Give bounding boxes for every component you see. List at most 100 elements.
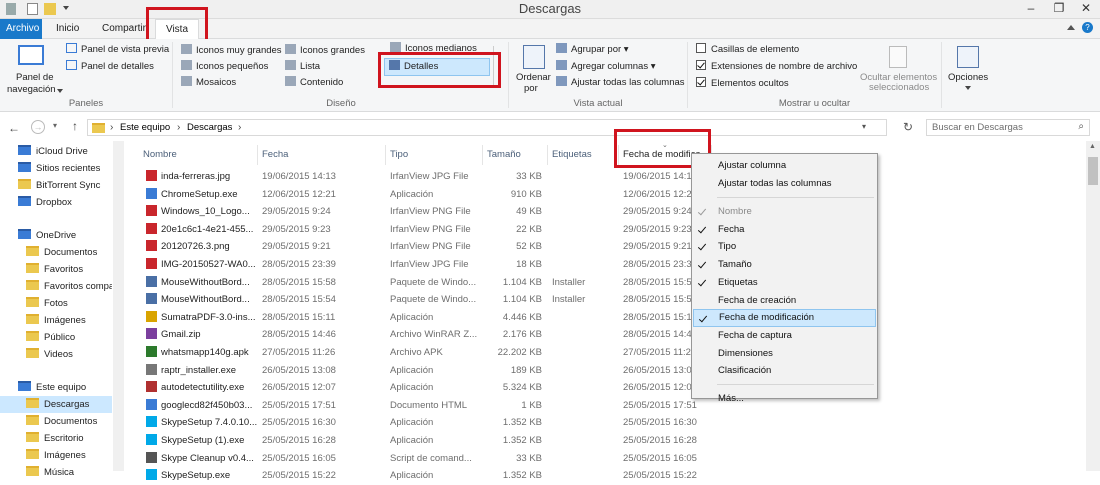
tab-vista[interactable]: Vista (155, 19, 199, 40)
nav-item[interactable]: Documentos (0, 413, 112, 430)
menu-item-more[interactable]: Más... (693, 390, 876, 408)
scroll-thumb[interactable] (1088, 157, 1098, 185)
panel-navegacion-line2[interactable]: navegación (7, 83, 56, 97)
nav-item[interactable]: Descargas (0, 396, 112, 413)
tab-archivo[interactable]: Archivo (0, 19, 42, 39)
menu-item-column[interactable]: Tamaño (693, 256, 876, 274)
layout-extra-large[interactable]: Iconos muy grandes (181, 44, 282, 58)
table-row[interactable]: 20120726.3.png 29/05/2015 9:21 IrfanView P… (140, 238, 710, 256)
menu-item-column[interactable]: Fecha de modificación (693, 309, 876, 328)
table-row[interactable]: MouseWithoutBord... 28/05/2015 15:54 Paque… (140, 291, 710, 309)
options-button[interactable]: Opciones (948, 71, 988, 85)
tab-inicio[interactable]: Inicio (50, 19, 85, 39)
menu-item-column[interactable]: Fecha de captura (693, 327, 876, 345)
nav-item[interactable]: Música (0, 464, 112, 481)
nav-item[interactable]: Imágenes (0, 312, 112, 329)
breadcrumb-sep-icon[interactable]: › (238, 122, 241, 133)
table-row[interactable]: autodetectutility.exe 26/05/2015 12:07 Apl… (140, 379, 710, 397)
table-row[interactable]: ChromeSetup.exe 12/06/2015 12:21 Aplicació… (140, 186, 710, 204)
menu-item-column[interactable]: Fecha de creación (693, 292, 876, 310)
checkbox[interactable] (696, 60, 706, 70)
table-row[interactable]: raptr_installer.exe 26/05/2015 13:08 Aplic… (140, 362, 710, 380)
table-row[interactable]: inda-ferreras.jpg 19/06/2015 14:13 IrfanVi… (140, 168, 710, 186)
search-icon[interactable]: ⌕ (1078, 121, 1084, 132)
nav-item[interactable]: iCloud Drive (0, 143, 112, 160)
table-row[interactable]: IMG-20150527-WA0... 28/05/2015 23:39 Irfan… (140, 256, 710, 274)
col-nombre[interactable]: Nombre (139, 145, 258, 165)
table-row[interactable]: SkypeSetup 7.4.0.10... 25/05/2015 16:30 Ap… (140, 414, 710, 432)
nav-item[interactable]: Dropbox (0, 194, 112, 211)
col-etiquetas[interactable]: Etiquetas (548, 145, 619, 165)
nav-item[interactable]: Fotos (0, 295, 112, 312)
preview-pane-button[interactable]: Panel de vista previa (66, 43, 169, 57)
menu-item-column[interactable]: Dimensiones (693, 345, 876, 363)
extensions-toggle[interactable]: Extensiones de nombre de archivo (696, 60, 857, 74)
col-tipo[interactable]: Tipo (386, 145, 483, 165)
tab-compartir[interactable]: Compartir (96, 19, 152, 39)
nav-item[interactable]: Videos (0, 346, 112, 363)
layout-tiles[interactable]: Mosaicos (181, 76, 236, 90)
table-row[interactable]: SumatraPDF-3.0-ins... 28/05/2015 15:11 Apl… (140, 309, 710, 327)
table-row[interactable]: whatsmapp140g.apk 27/05/2015 11:26 Archivo… (140, 344, 710, 362)
up-icon[interactable]: ↑ (72, 119, 78, 133)
nav-item[interactable]: Público (0, 329, 112, 346)
recent-dropdown-icon[interactable]: ▾ (53, 121, 57, 130)
breadcrumb-este-equipo[interactable]: Este equipo (120, 122, 170, 133)
minimize-button[interactable]: – (1017, 0, 1045, 19)
help-icon[interactable]: ? (1082, 22, 1093, 33)
refresh-icon[interactable]: ↻ (903, 120, 913, 134)
layout-scroll-icon[interactable] (493, 46, 501, 86)
menu-item-column[interactable]: Tipo (693, 238, 876, 256)
layout-details[interactable]: Detalles (384, 58, 490, 76)
checkbox[interactable] (696, 77, 706, 87)
item-checkboxes-toggle[interactable]: Casillas de elemento (696, 43, 799, 57)
nav-item[interactable]: Imágenes (0, 447, 112, 464)
table-row[interactable]: googlecd82f450b03... 25/05/2015 17:51 Docu… (140, 397, 710, 415)
group-by-button[interactable]: Agrupar por ▾ (556, 43, 629, 57)
table-row[interactable]: SkypeSetup (1).exe 25/05/2015 16:28 Aplica… (140, 432, 710, 450)
nav-item[interactable]: OneDrive (0, 227, 112, 244)
nav-item[interactable]: Escritorio (0, 430, 112, 447)
layout-medium[interactable]: Iconos medianos (390, 42, 477, 52)
sort-by-line2[interactable]: por (524, 82, 538, 96)
nav-item[interactable]: BitTorrent Sync (0, 177, 112, 194)
fit-columns-button[interactable]: Ajustar todas las columnas (556, 76, 685, 90)
layout-list[interactable]: Lista (285, 60, 320, 74)
add-columns-button[interactable]: Agregar columnas ▾ (556, 60, 656, 74)
nav-item[interactable]: Este equipo (0, 379, 112, 396)
forward-icon[interactable]: → (31, 120, 45, 134)
layout-large[interactable]: Iconos grandes (285, 44, 365, 58)
menu-item-fit-all-columns[interactable]: Ajustar todas las columnas (693, 175, 876, 193)
back-icon[interactable]: ← (8, 121, 20, 135)
breadcrumb-sep-icon[interactable]: › (110, 122, 113, 133)
table-row[interactable]: MouseWithoutBord... 28/05/2015 15:58 Paque… (140, 274, 710, 292)
address-dropdown-icon[interactable]: ▾ (862, 122, 866, 131)
scroll-up-icon[interactable]: ▲ (1089, 143, 1096, 150)
nav-scrollbar[interactable] (113, 141, 124, 471)
details-pane-button[interactable]: Panel de detalles (66, 60, 154, 74)
address-field[interactable]: › Este equipo › Descargas › ▾ (87, 119, 887, 136)
table-row[interactable]: 20e1c6c1-4e21-455... 29/05/2015 9:23 Irfan… (140, 221, 710, 239)
search-input[interactable]: Buscar en Descargas ⌕ (926, 119, 1090, 136)
menu-item-fit-column[interactable]: Ajustar columna (693, 157, 876, 175)
table-row[interactable]: Windows_10_Logo... 29/05/2015 9:24 IrfanVi… (140, 203, 710, 221)
hidden-items-toggle[interactable]: Elementos ocultos (696, 77, 789, 91)
nav-item[interactable]: Favoritos compa (0, 278, 112, 295)
nav-item[interactable]: Documentos (0, 244, 112, 261)
menu-item-column[interactable]: Clasificación (693, 362, 876, 380)
breadcrumb-descargas[interactable]: Descargas (187, 122, 232, 133)
close-button[interactable]: ✕ (1072, 0, 1100, 19)
vertical-scrollbar[interactable]: ▲ (1086, 141, 1100, 471)
menu-item-column[interactable]: Fecha (693, 221, 876, 239)
collapse-ribbon-icon[interactable] (1067, 25, 1075, 30)
menu-item-column[interactable]: Etiquetas (693, 274, 876, 292)
table-row[interactable]: SkypeSetup.exe 25/05/2015 15:22 Aplicación… (140, 467, 710, 485)
nav-item[interactable]: Favoritos (0, 261, 112, 278)
breadcrumb-sep-icon[interactable]: › (177, 122, 180, 133)
layout-content[interactable]: Contenido (285, 76, 343, 90)
table-row[interactable]: Gmail.zip 28/05/2015 14:46 Archivo WinRAR … (140, 326, 710, 344)
layout-small[interactable]: Iconos pequeños (181, 60, 268, 74)
maximize-button[interactable]: ❐ (1045, 0, 1073, 19)
col-fecha[interactable]: Fecha (258, 145, 386, 165)
col-tamano[interactable]: Tamaño (483, 145, 548, 165)
